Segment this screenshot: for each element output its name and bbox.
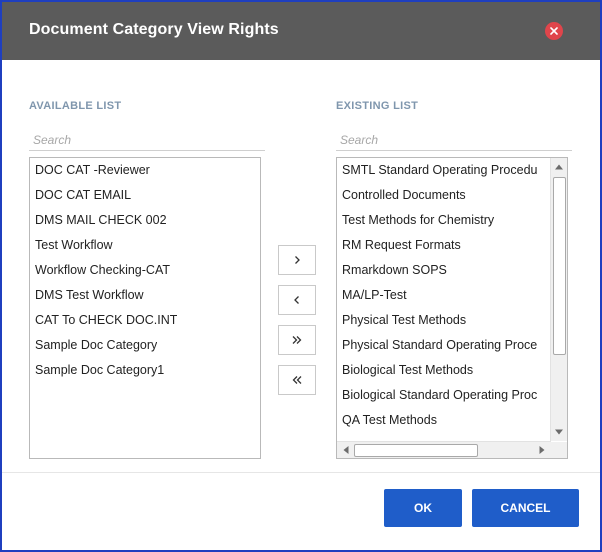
close-button[interactable] — [545, 22, 563, 40]
move-right-button[interactable] — [278, 245, 316, 275]
dialog-title: Document Category View Rights — [29, 21, 279, 38]
vertical-scrollbar[interactable] — [550, 158, 567, 441]
horizontal-scroll-thumb[interactable] — [354, 444, 478, 457]
scrollbar-corner — [551, 442, 567, 458]
available-listbox[interactable]: DOC CAT -Reviewer DOC CAT EMAIL DMS MAIL C… — [29, 157, 261, 459]
existing-list-label: EXISTING LIST — [336, 100, 419, 112]
move-left-button[interactable] — [278, 285, 316, 315]
document-category-view-rights-dialog: Document Category View Rights AVAILABLE … — [0, 0, 602, 552]
scroll-down-icon[interactable] — [552, 425, 566, 439]
list-item[interactable]: DOC CAT EMAIL — [35, 183, 131, 208]
list-item[interactable]: Biological Standard Operating Proc — [342, 383, 548, 408]
chevron-right-icon — [295, 256, 300, 264]
list-item[interactable]: CAT To CHECK DOC.INT — [35, 308, 177, 333]
list-item[interactable]: DOC CAT -Reviewer — [35, 158, 150, 183]
list-item[interactable]: QA Test Methods — [342, 408, 548, 433]
move-all-left-button[interactable] — [278, 365, 316, 395]
list-item[interactable]: Controlled Documents — [342, 183, 548, 208]
list-item[interactable]: Sample Doc Category — [35, 333, 157, 358]
list-item[interactable]: Biological Test Methods — [342, 358, 548, 383]
list-item[interactable]: DMS Test Workflow — [35, 283, 144, 308]
list-item[interactable]: Test Methods for Chemistry — [342, 208, 548, 233]
double-chevron-left-icon — [292, 376, 302, 384]
available-list-label: AVAILABLE LIST — [29, 100, 122, 112]
existing-listbox[interactable]: SMTL Standard Operating Procedu Controlle… — [336, 157, 568, 459]
existing-search-input[interactable] — [336, 130, 572, 151]
available-search-input[interactable] — [29, 130, 265, 151]
ok-button[interactable]: OK — [384, 489, 462, 527]
list-item[interactable]: DMS MAIL CHECK 002 — [35, 208, 167, 233]
scroll-right-icon[interactable] — [535, 443, 549, 457]
vertical-scroll-thumb[interactable] — [553, 177, 566, 355]
move-all-right-button[interactable] — [278, 325, 316, 355]
list-item[interactable]: Sample Doc Category1 — [35, 358, 164, 383]
list-item[interactable]: MA/LP-Test — [342, 283, 548, 308]
dialog-header: Document Category View Rights — [2, 2, 600, 60]
close-x-icon — [550, 27, 558, 35]
footer-divider — [2, 472, 600, 473]
horizontal-scrollbar[interactable] — [337, 441, 551, 458]
list-item[interactable]: Physical Test Methods — [342, 308, 548, 333]
scroll-left-icon[interactable] — [339, 443, 353, 457]
list-item[interactable]: Test Workflow — [35, 233, 113, 258]
list-item[interactable]: Physical Standard Operating Proce — [342, 333, 548, 358]
chevron-left-icon — [294, 296, 299, 304]
list-item[interactable]: Rmarkdown SOPS — [342, 258, 548, 283]
list-item[interactable]: RM Request Formats — [342, 233, 548, 258]
list-item[interactable]: Workflow Checking-CAT — [35, 258, 170, 283]
double-chevron-right-icon — [292, 336, 302, 344]
list-item[interactable]: SMTL Standard Operating Procedu — [342, 158, 548, 183]
cancel-button[interactable]: CANCEL — [472, 489, 579, 527]
scroll-up-icon[interactable] — [552, 160, 566, 174]
